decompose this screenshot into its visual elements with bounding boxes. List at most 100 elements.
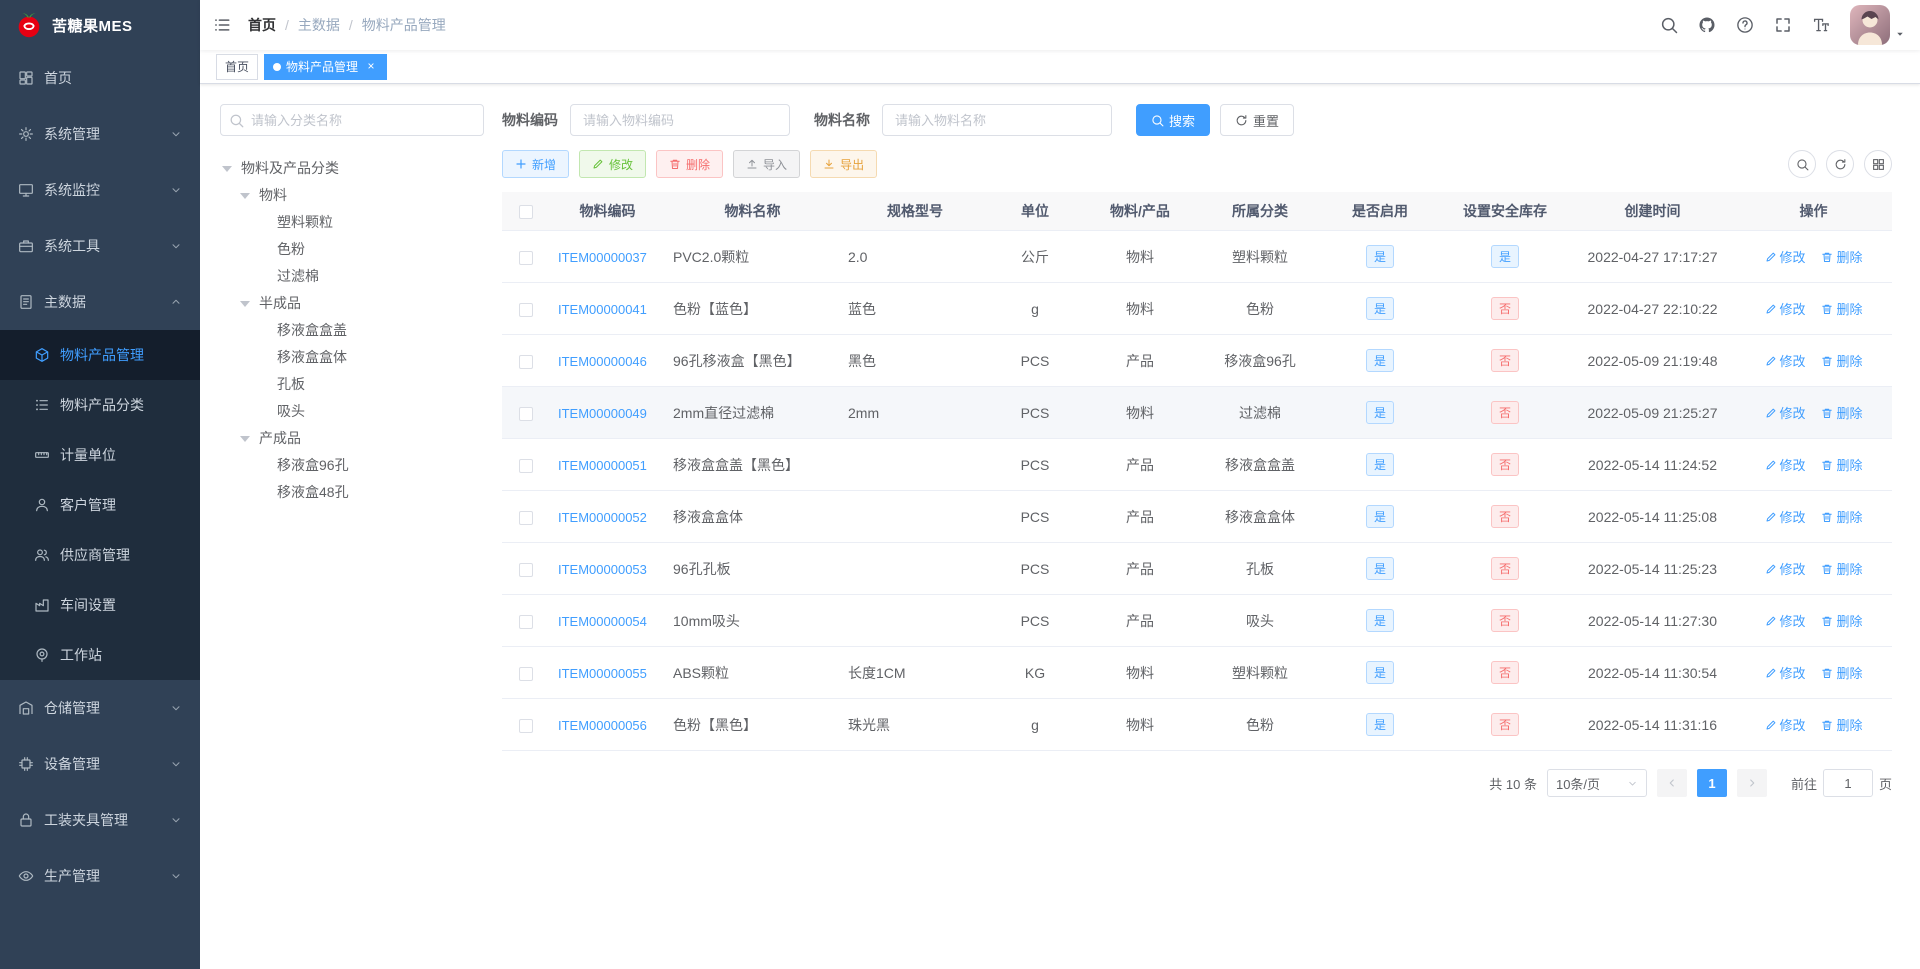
tree-node-root[interactable]: 物料及产品分类 (220, 154, 484, 181)
row-edit-action[interactable]: 修改 (1765, 715, 1806, 734)
row-edit-action[interactable]: 修改 (1765, 507, 1806, 526)
row-checkbox[interactable] (519, 562, 533, 577)
page-number-1[interactable]: 1 (1696, 769, 1727, 797)
row-edit-action[interactable]: 修改 (1765, 611, 1806, 630)
row-checkbox[interactable] (519, 250, 533, 265)
sidebar-item-warehouse-management[interactable]: 仓储管理 (0, 680, 200, 736)
table-row[interactable]: ITEM00000046 96孔移液盒【黑色】 黑色 PCS 产品 移液盒96孔… (502, 334, 1892, 387)
row-checkbox[interactable] (519, 458, 533, 473)
row-delete-action[interactable]: 删除 (1821, 247, 1862, 266)
row-checkbox[interactable] (519, 614, 533, 629)
tree-node-semifinished[interactable]: 半成品 (220, 289, 484, 316)
material-code-link[interactable]: ITEM00000055 (558, 666, 647, 681)
row-edit-action[interactable]: 修改 (1765, 455, 1806, 474)
user-menu[interactable] (1850, 5, 1906, 45)
tree-node-finished[interactable]: 产成品 (220, 424, 484, 451)
sidebar-item-measure-unit[interactable]: 计量单位 (0, 430, 200, 480)
row-delete-action[interactable]: 删除 (1821, 351, 1862, 370)
caret-down-icon[interactable] (1894, 28, 1906, 40)
refresh-button[interactable] (1826, 150, 1854, 178)
row-checkbox[interactable] (519, 718, 533, 733)
table-row[interactable]: ITEM00000055 ABS颗粒 长度1CM KG 物料 塑料颗粒 是 否 … (502, 646, 1892, 699)
table-row[interactable]: ITEM00000037 PVC2.0颗粒 2.0 公斤 物料 塑料颗粒 是 是… (502, 230, 1892, 283)
row-checkbox[interactable] (519, 666, 533, 681)
avatar[interactable] (1850, 5, 1890, 45)
tree-node-material[interactable]: 物料 (220, 181, 484, 208)
tree-caret-icon[interactable] (240, 300, 250, 307)
tree-node-leaf[interactable]: 移液盒盒体 (220, 343, 484, 370)
row-checkbox[interactable] (519, 406, 533, 421)
page-size-select[interactable]: 10条/页 (1546, 769, 1647, 797)
sidebar-item-material-product-management[interactable]: 物料产品管理 (0, 330, 200, 380)
material-code-link[interactable]: ITEM00000052 (558, 510, 647, 525)
table-row[interactable]: ITEM00000056 色粉【黑色】 珠光黑 g 物料 色粉 是 否 2022… (502, 698, 1892, 751)
hamburger-icon[interactable] (200, 0, 244, 50)
columns-button[interactable] (1864, 150, 1892, 178)
row-edit-action[interactable]: 修改 (1765, 663, 1806, 682)
row-delete-action[interactable]: 删除 (1821, 715, 1862, 734)
material-code-link[interactable]: ITEM00000049 (558, 406, 647, 421)
tab-material-product-management[interactable]: 物料产品管理 × (264, 53, 388, 80)
search-icon[interactable] (1650, 0, 1688, 50)
import-button[interactable]: 导入 (733, 150, 801, 178)
font-size-icon[interactable] (1802, 0, 1840, 50)
row-checkbox[interactable] (519, 354, 533, 369)
row-checkbox[interactable] (519, 510, 533, 525)
reset-button[interactable]: 重置 (1220, 104, 1295, 136)
edit-button[interactable]: 修改 (579, 150, 647, 178)
row-delete-action[interactable]: 删除 (1821, 663, 1862, 682)
close-icon[interactable]: × (364, 59, 378, 74)
tree-caret-icon[interactable] (222, 165, 232, 172)
sidebar-item-equipment-management[interactable]: 设备管理 (0, 736, 200, 792)
question-icon[interactable] (1726, 0, 1764, 50)
material-code-link[interactable]: ITEM00000053 (558, 562, 647, 577)
material-code-input[interactable] (570, 104, 790, 136)
row-edit-action[interactable]: 修改 (1765, 559, 1806, 578)
app-logo[interactable]: 苦糖果MES (0, 0, 200, 50)
sidebar-item-workshop-settings[interactable]: 车间设置 (0, 580, 200, 630)
sidebar-item-supplier-management[interactable]: 供应商管理 (0, 530, 200, 580)
add-button[interactable]: 新增 (502, 150, 570, 178)
sidebar-item-customer-management[interactable]: 客户管理 (0, 480, 200, 530)
sidebar-item-system-monitor[interactable]: 系统监控 (0, 162, 200, 218)
tree-caret-icon[interactable] (240, 192, 250, 199)
next-page-button[interactable] (1736, 769, 1767, 797)
search-button[interactable]: 搜索 (1136, 104, 1211, 136)
sidebar-item-home[interactable]: 首页 (0, 50, 200, 106)
tree-node-leaf[interactable]: 吸头 (220, 397, 484, 424)
github-icon[interactable] (1688, 0, 1726, 50)
table-row[interactable]: ITEM00000054 10mm吸头 PCS 产品 吸头 是 否 2022-0… (502, 594, 1892, 647)
tree-node-leaf[interactable]: 过滤棉 (220, 262, 484, 289)
tree-caret-icon[interactable] (240, 435, 250, 442)
row-edit-action[interactable]: 修改 (1765, 299, 1806, 318)
table-row[interactable]: ITEM00000052 移液盒盒体 PCS 产品 移液盒盒体 是 否 2022… (502, 490, 1892, 543)
select-all-checkbox[interactable] (519, 205, 533, 220)
breadcrumb-home[interactable]: 首页 (248, 15, 276, 35)
sidebar-item-system-tools[interactable]: 系统工具 (0, 218, 200, 274)
toggle-search-button[interactable] (1788, 150, 1816, 178)
material-code-link[interactable]: ITEM00000046 (558, 354, 647, 369)
sidebar-item-system-management[interactable]: 系统管理 (0, 106, 200, 162)
row-delete-action[interactable]: 删除 (1821, 611, 1862, 630)
sidebar-item-workstation[interactable]: 工作站 (0, 630, 200, 680)
tree-node-leaf[interactable]: 移液盒48孔 (220, 478, 484, 505)
sidebar-item-fixture-management[interactable]: 工装夹具管理 (0, 792, 200, 848)
table-row[interactable]: ITEM00000051 移液盒盒盖【黑色】 PCS 产品 移液盒盒盖 是 否 … (502, 438, 1892, 491)
prev-page-button[interactable] (1656, 769, 1687, 797)
export-button[interactable]: 导出 (810, 150, 878, 178)
row-delete-action[interactable]: 删除 (1821, 559, 1862, 578)
tree-node-leaf[interactable]: 移液盒盒盖 (220, 316, 484, 343)
sidebar-item-production-management[interactable]: 生产管理 (0, 848, 200, 904)
row-checkbox[interactable] (519, 302, 533, 317)
material-code-link[interactable]: ITEM00000056 (558, 718, 647, 733)
table-row[interactable]: ITEM00000049 2mm直径过滤棉 2mm PCS 物料 过滤棉 是 否… (502, 386, 1892, 439)
row-delete-action[interactable]: 删除 (1821, 403, 1862, 422)
table-row[interactable]: ITEM00000041 色粉【蓝色】 蓝色 g 物料 色粉 是 否 2022-… (502, 282, 1892, 335)
row-delete-action[interactable]: 删除 (1821, 507, 1862, 526)
sidebar-item-material-product-category[interactable]: 物料产品分类 (0, 380, 200, 430)
sidebar-item-master-data[interactable]: 主数据 (0, 274, 200, 330)
row-edit-action[interactable]: 修改 (1765, 351, 1806, 370)
material-code-link[interactable]: ITEM00000037 (558, 250, 647, 265)
table-row[interactable]: ITEM00000053 96孔孔板 PCS 产品 孔板 是 否 2022-05… (502, 542, 1892, 595)
fullscreen-icon[interactable] (1764, 0, 1802, 50)
